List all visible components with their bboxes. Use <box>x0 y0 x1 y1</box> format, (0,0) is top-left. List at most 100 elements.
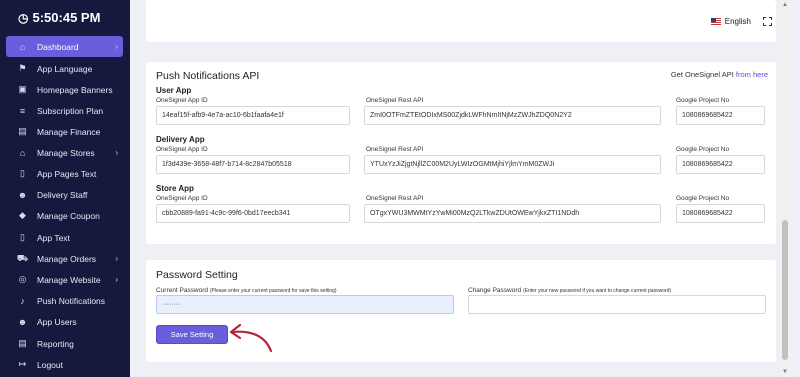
annotation-arrow-icon <box>229 323 273 353</box>
sidebar-item-delivery-staff[interactable]: ☻ Delivery Staff <box>6 184 123 205</box>
sidebar-item-dashboard[interactable]: ⌂ Dashboard › <box>6 36 123 57</box>
rest-api-input[interactable]: YTUxYzJiZjgtNjllZC00M2UyLWIzOGMtMjhiYjlm… <box>364 155 661 174</box>
image-icon: ▣ <box>18 84 27 94</box>
section-title: Store App <box>156 184 194 193</box>
rest-api-label: OneSignel Rest API <box>366 97 424 104</box>
flag-icon: ⚑ <box>18 63 27 73</box>
project-no-label: Google Project No <box>676 146 730 153</box>
sidebar-item-label: Manage Website <box>37 274 101 285</box>
sidebar-item-label: Logout <box>37 359 63 370</box>
current-password-hint: (Please enter your current password for … <box>209 288 337 294</box>
app-id-label: OneSignel App ID <box>156 146 208 153</box>
sidebar-item-subscription-plan[interactable]: ≡ Subscription Plan <box>6 100 123 121</box>
rest-api-input[interactable]: ZmI0OTFmZTEtODIxMS00ZjdkLWFhNmItNjMzZWJh… <box>364 106 661 125</box>
sidebar-item-label: Dashboard <box>37 41 79 52</box>
sidebar-item-manage-website[interactable]: ◎ Manage Website › <box>6 269 123 290</box>
clock-icon: ◷ <box>18 10 29 25</box>
push-api-card: Push Notifications API Get OneSignel API… <box>146 62 776 244</box>
sidebar-item-logout[interactable]: ↦ Logout <box>6 354 123 375</box>
sidebar-item-app-language[interactable]: ⚑ App Language <box>6 58 123 79</box>
sidebar-item-label: Reporting <box>37 338 74 349</box>
sidebar-item-manage-stores[interactable]: ⌂ Manage Stores › <box>6 142 123 163</box>
fullscreen-icon[interactable] <box>762 16 773 27</box>
sidebar-item-manage-orders[interactable]: ⛟ Manage Orders › <box>6 248 123 269</box>
sidebar-item-label: Subscription Plan <box>37 105 104 116</box>
phone-icon: ▯ <box>20 232 25 242</box>
chevron-right-icon: › <box>115 42 118 51</box>
change-password-hint: (Enter your new password if you want to … <box>522 288 672 294</box>
sidebar-item-label: Manage Finance <box>37 126 101 137</box>
sidebar-item-reporting[interactable]: ▤ Reporting <box>6 333 123 354</box>
globe-icon: ◎ <box>18 274 27 284</box>
report-icon: ▤ <box>18 338 27 348</box>
project-no-label: Google Project No <box>676 195 730 202</box>
current-password-label-text: Current Password <box>156 287 209 294</box>
app-id-input[interactable]: cbb20889-fa91-4c9c-99f6-0bd17eecb341 <box>156 204 350 223</box>
from-here-link[interactable]: from here <box>736 70 768 79</box>
sidebar: ◷ 5:50:45 PM ⌂ Dashboard › ⚑ App Language ▣ Ho… <box>0 0 130 377</box>
sidebar-item-label: App Users <box>37 316 77 327</box>
app-id-label: OneSignel App ID <box>156 97 208 104</box>
bell-icon: ♪ <box>20 295 25 306</box>
project-no-input[interactable]: 1080869685422 <box>676 204 765 223</box>
push-api-title: Push Notifications API <box>156 70 260 82</box>
rest-api-input[interactable]: OTgxYWU3MWMtYzYwMi00MzQ2LTkwZDUtOWEwYjkx… <box>364 204 661 223</box>
project-no-input[interactable]: 1080869685422 <box>676 155 765 174</box>
link-prefix: Get OneSignel API <box>670 70 734 79</box>
current-password-input[interactable]: ········ <box>156 295 454 314</box>
chevron-right-icon: › <box>115 275 118 284</box>
sidebar-item-label: Manage Orders <box>37 253 97 264</box>
scroll-down-icon[interactable]: ▼ <box>782 369 788 375</box>
section-title: Delivery App <box>156 135 205 144</box>
scrollbar-thumb[interactable] <box>782 220 788 360</box>
sidebar-item-label: App Language <box>37 63 93 74</box>
main-content: English Push Notifications API Get OneSi… <box>130 0 790 377</box>
scroll-up-icon[interactable]: ▲ <box>782 2 788 8</box>
sidebar-item-push-notifications[interactable]: ♪ Push Notifications <box>6 290 123 311</box>
project-no-input[interactable]: 1080869685422 <box>676 106 765 125</box>
get-api-link-text: Get OneSignel API from here <box>671 70 768 79</box>
sidebar-item-app-text[interactable]: ▯ App Text <box>6 227 123 248</box>
current-password-label: Current Password (Please enter your curr… <box>156 287 337 294</box>
sidebar-item-manage-finance[interactable]: ▤ Manage Finance <box>6 121 123 142</box>
store-icon: ⌂ <box>19 147 26 158</box>
app-id-input[interactable]: 1f3d439e-3658-48f7-b714-8c2847b05518 <box>156 155 350 174</box>
app-id-input[interactable]: 14eaf15f-afb9-4e7a-ac10-6b1faafa4e1f <box>156 106 350 125</box>
save-setting-button[interactable]: Save Setting <box>156 325 228 344</box>
rest-api-label: OneSignel Rest API <box>366 146 424 153</box>
project-no-label: Google Project No <box>676 97 730 104</box>
sidebar-item-label: Manage Coupon <box>37 210 100 221</box>
sidebar-item-label: App Pages Text <box>37 168 97 179</box>
sidebar-item-label: Manage Stores <box>37 147 95 158</box>
sidebar-item-app-users[interactable]: ☻ App Users <box>6 311 123 332</box>
clock-time: 5:50:45 PM <box>32 10 101 25</box>
money-icon: ▤ <box>18 126 27 136</box>
sidebar-item-label: Delivery Staff <box>37 189 88 200</box>
language-selector[interactable]: English <box>710 16 773 27</box>
file-icon: ▯ <box>20 168 25 178</box>
tag-icon: ◆ <box>19 210 26 220</box>
user-icon: ☻ <box>17 189 28 200</box>
top-bar-card: English <box>146 0 776 42</box>
password-card: Password Setting Current Password (Pleas… <box>146 260 776 362</box>
change-password-label: Change Password (Enter your new password… <box>468 287 671 294</box>
sidebar-item-homepage-banners[interactable]: ▣ Homepage Banners <box>6 79 123 100</box>
logout-icon: ↦ <box>18 359 27 369</box>
section-title: User App <box>156 86 192 95</box>
password-title: Password Setting <box>156 269 238 281</box>
scrollbar[interactable]: ▲ ▼ <box>780 0 790 377</box>
us-flag-icon <box>710 18 721 25</box>
list-icon: ≡ <box>19 105 26 116</box>
chevron-right-icon: › <box>115 148 118 157</box>
language-label: English <box>724 17 751 26</box>
chevron-right-icon: › <box>115 254 118 263</box>
rest-api-label: OneSignel Rest API <box>366 195 424 202</box>
clock: ◷ 5:50:45 PM <box>18 10 100 25</box>
sidebar-item-manage-coupon[interactable]: ◆ Manage Coupon <box>6 205 123 226</box>
cart-icon: ⛟ <box>16 252 29 263</box>
sidebar-item-label: App Text <box>37 232 70 243</box>
change-password-label-text: Change Password <box>468 287 522 294</box>
sidebar-item-label: Push Notifications <box>37 295 106 306</box>
change-password-input[interactable] <box>468 295 766 314</box>
sidebar-item-app-pages-text[interactable]: ▯ App Pages Text <box>6 163 123 184</box>
